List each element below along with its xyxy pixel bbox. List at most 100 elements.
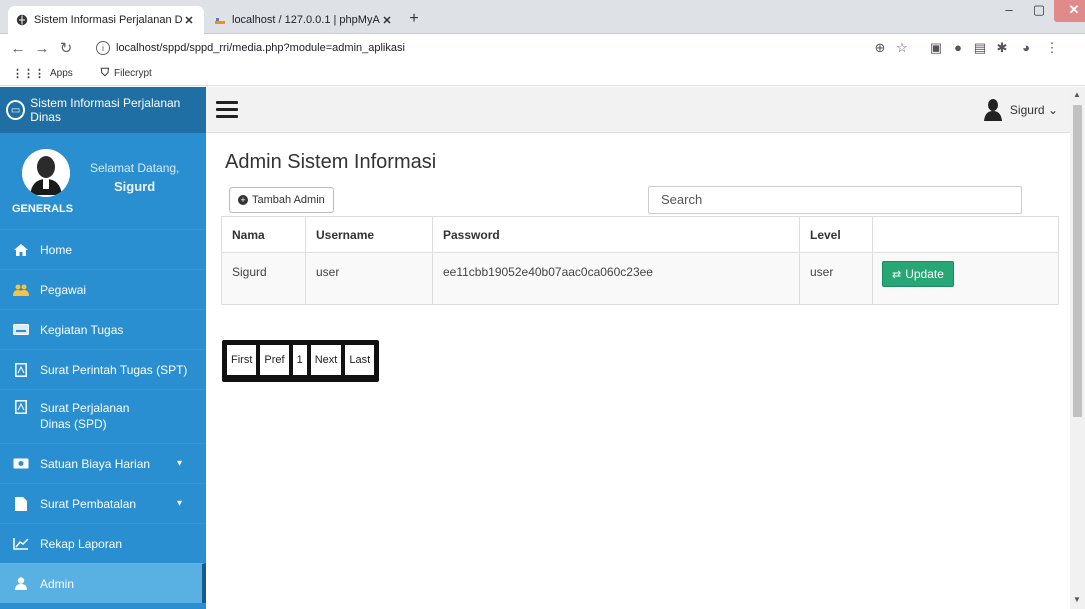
page-prev-button[interactable]: Pref bbox=[260, 345, 289, 375]
sidebar: ▭ Sistem Informasi Perjalanan Dinas Sela… bbox=[0, 87, 206, 609]
chevron-down-icon[interactable]: ▾ bbox=[177, 458, 182, 469]
browser-menu-icon[interactable]: ⋮ bbox=[1042, 39, 1062, 57]
cell-level: user bbox=[799, 252, 873, 305]
sidebar-item-home[interactable]: Home bbox=[0, 229, 206, 269]
extension-icon[interactable]: ● bbox=[948, 39, 968, 57]
bookmark-label: Filecrypt bbox=[114, 68, 152, 79]
column-header: Username bbox=[305, 216, 433, 253]
welcome-text: Selamat Datang, bbox=[90, 161, 180, 175]
column-header: Password bbox=[432, 216, 800, 253]
sidebar-item-label: Pegawai bbox=[40, 282, 87, 297]
info-icon[interactable]: i bbox=[96, 41, 110, 55]
browser-tab-active[interactable]: Sistem Informasi Perjalanan Dina ✕ bbox=[8, 6, 204, 34]
sidebar-item-pegawai[interactable]: Pegawai bbox=[0, 269, 206, 309]
users-icon bbox=[12, 283, 30, 297]
phpmyadmin-icon bbox=[214, 14, 226, 26]
sidebar-item-label: Surat Perjalanan Dinas (SPD) bbox=[40, 401, 130, 431]
search-input[interactable]: Search bbox=[648, 186, 1022, 214]
sidebar-item-label: Surat Pembatalan bbox=[40, 496, 137, 511]
cell-username: user bbox=[305, 252, 433, 305]
app-topbar: Sigurd ⌄ bbox=[206, 87, 1070, 133]
new-tab-button[interactable]: + bbox=[404, 10, 424, 30]
sidebar-item-rekap-laporan[interactable]: Rekap Laporan bbox=[0, 523, 206, 563]
bookmark-apps[interactable]: ⋮⋮⋮ Apps bbox=[12, 67, 87, 80]
browser-tabstrip: Sistem Informasi Perjalanan Dina ✕ local… bbox=[0, 0, 1085, 34]
page-number-button[interactable]: 1 bbox=[292, 345, 307, 375]
sidebar-item-label: Satuan Biaya Harian bbox=[40, 456, 151, 471]
scrollbar-thumb[interactable] bbox=[1073, 105, 1082, 417]
browser-tab-phpmyadmin[interactable]: localhost / 127.0.0.1 | phpMyAdm ✕ bbox=[206, 6, 402, 34]
sidebar-item-label: Kegiatan Tugas bbox=[40, 322, 124, 337]
keyboard-icon bbox=[12, 323, 30, 337]
update-button[interactable]: ⇄ Update bbox=[882, 261, 954, 287]
avatar bbox=[22, 149, 70, 197]
home-icon bbox=[12, 243, 30, 257]
sidebar-item-surat-pembatalan[interactable]: Surat Pembatalan ▾ bbox=[0, 483, 206, 523]
tab-close-icon[interactable]: ✕ bbox=[380, 14, 394, 27]
brand-title: Sistem Informasi Perjalanan Dinas bbox=[30, 96, 181, 124]
chevron-down-icon[interactable]: ▾ bbox=[177, 498, 182, 509]
update-label: Update bbox=[905, 267, 944, 281]
filecrypt-shield-icon: ⛉ bbox=[100, 67, 110, 79]
refresh-icon: ⇄ bbox=[892, 268, 902, 281]
cell-nama: Sigurd bbox=[221, 252, 306, 305]
line-chart-icon bbox=[12, 537, 30, 551]
sidebar-item-spd[interactable]: Surat Perjalanan Dinas (SPD) bbox=[0, 389, 206, 443]
profile-avatar-icon[interactable]: ◕ bbox=[1016, 39, 1036, 57]
monitor-icon: ▭ bbox=[6, 100, 26, 120]
sidebar-item-label: Surat Perintah Tugas (SPT) bbox=[40, 362, 188, 377]
table-header-row: Nama Username Password Level bbox=[221, 216, 1059, 253]
sidebar-item-satuan-biaya-harian[interactable]: Satuan Biaya Harian ▾ bbox=[0, 443, 206, 483]
minimize-icon[interactable]: – bbox=[994, 0, 1024, 22]
money-icon bbox=[12, 457, 30, 471]
add-admin-label: Tambah Admin bbox=[252, 194, 325, 206]
user-menu[interactable]: Sigurd ⌄ bbox=[983, 99, 1058, 121]
page-last-button[interactable]: Last bbox=[345, 345, 375, 375]
sidebar-item-kegiatan-tugas[interactable]: Kegiatan Tugas bbox=[0, 309, 206, 349]
add-admin-button[interactable]: + Tambah Admin bbox=[229, 187, 334, 213]
window-controls: – ▢ ✕ bbox=[994, 0, 1085, 26]
pagination: First Pref 1 Next Last bbox=[222, 340, 380, 382]
cell-action: ⇄ Update bbox=[872, 252, 1059, 305]
page-next-button[interactable]: Next bbox=[310, 345, 342, 375]
file-icon bbox=[12, 496, 30, 511]
tab-close-icon[interactable]: ✕ bbox=[182, 14, 196, 27]
user-panel: Selamat Datang, Sigurd GENERALS bbox=[0, 133, 206, 229]
scroll-up-icon[interactable]: ▲ bbox=[1073, 90, 1081, 99]
page-scrollbar[interactable]: ▲ ▼ bbox=[1070, 87, 1085, 609]
reload-icon[interactable]: ↻ bbox=[54, 39, 78, 57]
plus-circle-icon: + bbox=[238, 195, 248, 205]
url-text[interactable]: localhost/sppd/sppd_rri/media.php?module… bbox=[116, 42, 405, 54]
sidebar-item-admin[interactable]: Admin bbox=[0, 563, 206, 603]
extension-icon[interactable]: ▣ bbox=[926, 39, 946, 57]
bookmark-label: Apps bbox=[50, 68, 73, 79]
column-header bbox=[872, 216, 1059, 253]
extension-icon[interactable]: ▤ bbox=[970, 39, 990, 57]
sidebar-item-label: Home bbox=[40, 242, 73, 257]
bookmark-star-icon[interactable]: ☆ bbox=[892, 39, 912, 57]
menu-toggle-icon[interactable] bbox=[216, 101, 238, 118]
user-icon bbox=[12, 577, 30, 591]
user-menu-label: Sigurd ⌄ bbox=[1009, 103, 1058, 117]
address-bar[interactable]: i localhost/sppd/sppd_rri/media.php?modu… bbox=[96, 37, 896, 59]
pdf-file-icon bbox=[12, 362, 30, 377]
sidebar-item-label: Admin bbox=[40, 576, 75, 591]
browser-toolbar: ← → ↻ i localhost/sppd/sppd_rri/media.ph… bbox=[0, 34, 1085, 62]
sidebar-brand[interactable]: ▭ Sistem Informasi Perjalanan Dinas bbox=[0, 87, 206, 133]
extensions-puzzle-icon[interactable]: ✱ bbox=[992, 39, 1012, 57]
column-header: Nama bbox=[221, 216, 306, 253]
scroll-down-icon[interactable]: ▼ bbox=[1073, 595, 1081, 604]
profile-role: GENERALS bbox=[12, 203, 74, 215]
globe-icon bbox=[16, 14, 28, 26]
window-close-icon[interactable]: ✕ bbox=[1054, 0, 1085, 22]
back-icon[interactable]: ← bbox=[6, 40, 30, 57]
forward-icon[interactable]: → bbox=[30, 40, 54, 57]
maximize-icon[interactable]: ▢ bbox=[1024, 0, 1054, 22]
page-first-button[interactable]: First bbox=[227, 345, 257, 375]
sidebar-item-spt[interactable]: Surat Perintah Tugas (SPT) bbox=[0, 349, 206, 389]
tab-title: Sistem Informasi Perjalanan Dina bbox=[34, 14, 182, 26]
bookmark-filecrypt[interactable]: ⛉ Filecrypt bbox=[101, 67, 166, 80]
profile-name: Sigurd bbox=[114, 179, 156, 194]
zoom-icon[interactable]: ⊕ bbox=[870, 39, 890, 57]
page-title: Admin Sistem Informasi bbox=[225, 151, 437, 173]
